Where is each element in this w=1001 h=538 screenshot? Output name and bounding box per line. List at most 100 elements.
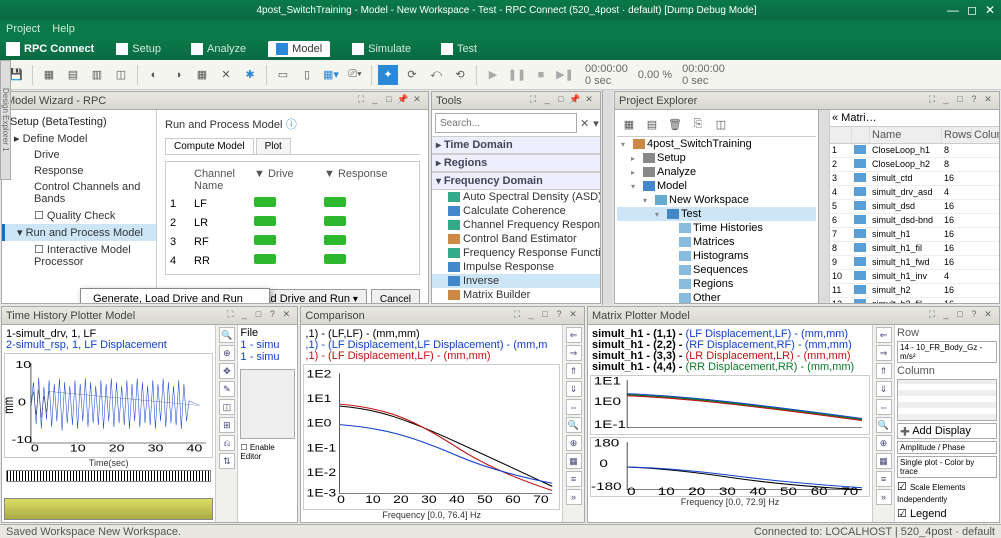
plot-area-amplitude[interactable]: 1E11E01E-1 xyxy=(590,375,870,435)
skip-icon[interactable]: ▶❚ xyxy=(555,65,575,85)
tree-node[interactable]: ▸Analyze xyxy=(617,165,816,179)
tool-icon[interactable]: ▥ xyxy=(87,65,107,85)
plot-area[interactable]: 100-10 010203040 mm xyxy=(4,353,213,458)
plot-area-phase[interactable]: 1800-180 010203040506070 xyxy=(590,437,870,497)
tree-node[interactable]: ▾Model xyxy=(617,179,816,193)
tab-model[interactable]: Model xyxy=(268,41,330,57)
tab-test[interactable]: Test xyxy=(433,41,485,57)
tool-icon[interactable]: ▭ xyxy=(273,65,293,85)
tool-icon[interactable]: ✕ xyxy=(216,65,236,85)
matrix-row[interactable]: 7simult_h116 xyxy=(830,228,999,242)
tab-setup[interactable]: Setup xyxy=(108,41,169,57)
tool-item[interactable]: Frequency Response Function xyxy=(432,246,600,260)
matrix-row[interactable]: 3simult_ctd16 xyxy=(830,172,999,186)
panel-close-icon[interactable]: ✕ xyxy=(410,94,424,108)
tool-item[interactable]: Calculate Coherence xyxy=(432,204,600,218)
display-mode-select[interactable]: Amplitude / Phase xyxy=(897,441,997,454)
tree-node[interactable]: Other xyxy=(617,291,816,303)
scale-checkbox[interactable]: ☑ Scale Elements Independently xyxy=(897,480,997,505)
plot-area[interactable]: 1E21E11E01E-11E-21E-3 010203040506070 xyxy=(303,364,560,510)
nav-item-selected[interactable]: ▾ Run and Process Model xyxy=(2,224,156,241)
zoom-icon[interactable]: 🔍 xyxy=(219,327,235,343)
row-select[interactable]: 14 - 10_FR_Body_Gz - m/s² xyxy=(897,341,997,363)
tree-tool-icon[interactable]: ▦ xyxy=(619,114,639,134)
tree-node[interactable]: ▾New Workspace xyxy=(617,193,816,207)
tool-icon[interactable]: ▦▾ xyxy=(321,65,341,85)
plot-style-select[interactable]: Single plot - Color by trace xyxy=(897,456,997,478)
channel-row[interactable]: 1LF xyxy=(170,194,415,213)
menu-project[interactable]: Project xyxy=(6,23,40,35)
matrix-grid-selector[interactable] xyxy=(897,379,997,421)
tool-item[interactable]: Matrix Editor xyxy=(432,302,600,303)
panel-expand-icon[interactable]: ⛶ xyxy=(354,94,368,108)
panel-pin-icon[interactable]: 📌 xyxy=(568,94,582,108)
channel-row[interactable]: 3RF xyxy=(170,232,415,251)
tool-icon[interactable]: ◑ xyxy=(168,65,188,85)
cancel-button[interactable]: Cancel xyxy=(371,289,420,303)
tool-item[interactable]: Matrix Builder xyxy=(432,288,600,302)
channel-row[interactable]: 4RR xyxy=(170,251,415,270)
nav-item[interactable]: Control Channels and Bands xyxy=(2,179,156,207)
nav-item[interactable]: ▸ Define Model xyxy=(2,130,156,147)
tool-item[interactable]: Impulse Response xyxy=(432,260,600,274)
legend-checkbox[interactable]: ☑ Legend xyxy=(897,507,997,520)
tool-icon[interactable]: ⤺ xyxy=(426,65,446,85)
panel-max-icon[interactable]: □ xyxy=(382,94,396,108)
tool-icon[interactable]: ▤ xyxy=(63,65,83,85)
collapse-handle[interactable] xyxy=(602,90,613,305)
zoom-icon[interactable]: 🔍 xyxy=(876,417,892,433)
tool-icon[interactable]: ◐ xyxy=(144,65,164,85)
close-icon[interactable]: ✕ xyxy=(985,3,995,17)
tree-node[interactable]: Regions xyxy=(617,277,816,291)
panel-min-icon[interactable]: _ xyxy=(368,94,382,108)
tool-item[interactable]: Channel Frequency Response F… xyxy=(432,218,600,232)
tree-group[interactable]: ▸ Time Domain xyxy=(432,136,600,154)
nav-left-icon[interactable]: ⇐ xyxy=(566,327,582,343)
tree-group[interactable]: ▸ Regions xyxy=(432,154,600,172)
subtab-plot[interactable]: Plot xyxy=(256,138,291,154)
overview-strip[interactable] xyxy=(6,470,211,482)
matrix-row[interactable]: 6simult_dsd-bnd16 xyxy=(830,214,999,228)
subtab-compute[interactable]: Compute Model xyxy=(165,138,254,154)
matrix-row[interactable]: 5simult_dsd16 xyxy=(830,200,999,214)
search-clear-icon[interactable]: ✕ xyxy=(579,113,590,133)
compass-icon[interactable]: ✦ xyxy=(378,65,398,85)
menu-item[interactable]: Generate, Load Drive and Run xyxy=(81,289,269,303)
zoom-icon[interactable]: 🔍 xyxy=(566,417,582,433)
matrix-row[interactable]: 11simult_h216 xyxy=(830,284,999,298)
splitter[interactable] xyxy=(818,110,829,303)
tool-item[interactable]: Control Band Estimator xyxy=(432,232,600,246)
nav-item[interactable]: ☐ Quality Check xyxy=(2,207,156,224)
tool-icon[interactable]: ✱ xyxy=(240,65,260,85)
tab-simulate[interactable]: Simulate xyxy=(344,41,419,57)
tab-analyze[interactable]: Analyze xyxy=(183,41,254,57)
channel-row[interactable]: 2LR xyxy=(170,213,415,232)
pause-icon[interactable]: ❚❚ xyxy=(507,65,527,85)
nav-item[interactable]: Drive xyxy=(2,147,156,163)
tool-item[interactable]: Auto Spectral Density (ASD) Pr… xyxy=(432,190,600,204)
maximize-icon[interactable]: ◻ xyxy=(967,3,977,17)
stop-icon[interactable]: ■ xyxy=(531,65,551,85)
matrix-row[interactable]: 8simult_h1_fil16 xyxy=(830,242,999,256)
menu-help[interactable]: Help xyxy=(52,23,75,35)
tool-icon[interactable]: ⟲ xyxy=(450,65,470,85)
tree-group[interactable]: ▾ Frequency Domain xyxy=(432,172,600,190)
tree-node[interactable]: ▾Test xyxy=(617,207,816,221)
tool-icon[interactable]: ▦ xyxy=(192,65,212,85)
tree-node[interactable]: ▾4post_SwitchTraining xyxy=(617,137,816,151)
tool-icon[interactable]: ◫ xyxy=(111,65,131,85)
tool-icon[interactable]: ▯ xyxy=(297,65,317,85)
panel-pin-icon[interactable]: 📌 xyxy=(396,94,410,108)
panel-expand-icon[interactable]: ⛶ xyxy=(526,94,540,108)
tool-icon[interactable]: ⎚▾ xyxy=(345,65,365,85)
search-opts-icon[interactable]: ▾ xyxy=(592,113,600,133)
minimize-icon[interactable]: — xyxy=(947,3,959,17)
tree-node[interactable]: Histograms xyxy=(617,249,816,263)
tools-search-input[interactable] xyxy=(435,113,577,133)
tree-node[interactable]: Matrices xyxy=(617,235,816,249)
tree-node[interactable]: Sequences xyxy=(617,263,816,277)
matrix-row[interactable]: 1CloseLoop_h18 xyxy=(830,144,999,158)
matrix-row[interactable]: 10simult_h1_inv4 xyxy=(830,270,999,284)
tree-node[interactable]: ▸Setup xyxy=(617,151,816,165)
matrix-row[interactable]: 2CloseLoop_h28 xyxy=(830,158,999,172)
